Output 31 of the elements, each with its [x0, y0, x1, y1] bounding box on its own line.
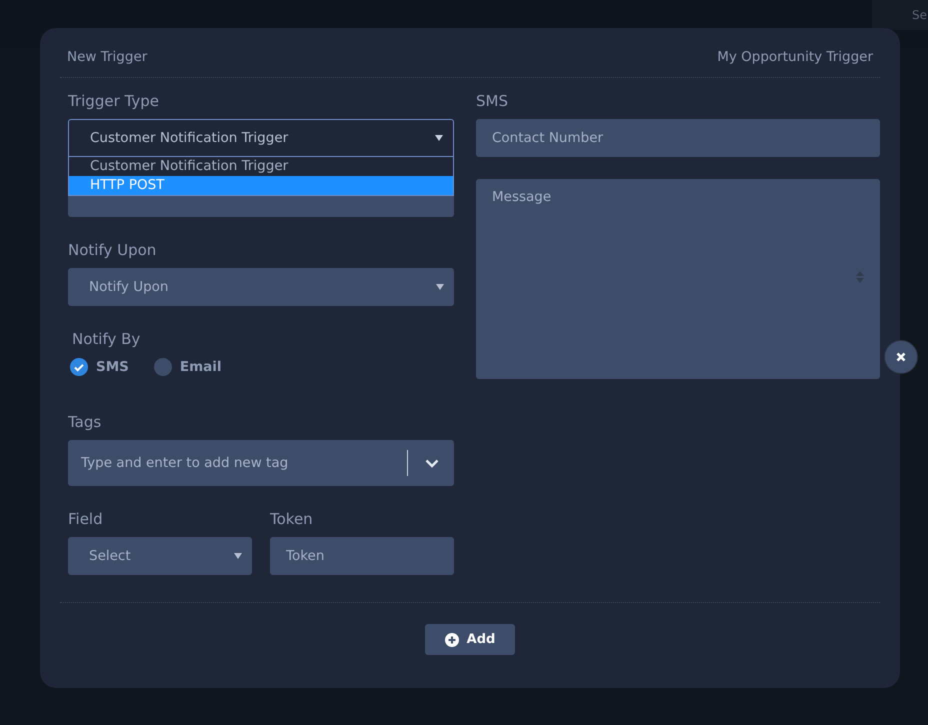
close-button[interactable]: [884, 340, 918, 374]
tags-field[interactable]: Type and enter to add new tag: [68, 440, 454, 486]
trigger-type-select[interactable]: Customer Notification Trigger: [68, 119, 454, 157]
modal-subtitle: My Opportunity Trigger: [717, 49, 873, 65]
field-label: Token: [270, 510, 314, 528]
add-button[interactable]: Add: [425, 624, 515, 655]
field-label: Field: [68, 510, 104, 528]
plus-circle-icon: [444, 632, 459, 646]
close-icon: [896, 352, 906, 362]
dropdown-arrow-icon: [435, 135, 443, 141]
field-label: SMS: [476, 92, 509, 110]
radio-label: Email: [180, 359, 222, 375]
token-field[interactable]: Token: [270, 537, 454, 575]
chevron-down-icon: [425, 459, 439, 468]
field-select[interactable]: Select: [68, 537, 252, 575]
field-label: Tags: [68, 413, 102, 431]
field-label: Notify By: [71, 330, 142, 348]
radio-button[interactable]: [152, 357, 173, 377]
dropdown-arrow-icon: [436, 284, 444, 290]
field-label: Trigger Type: [68, 92, 160, 110]
message-field[interactable]: Message: [476, 179, 880, 379]
radio-label: SMS: [96, 359, 129, 375]
modal-title: New Trigger: [67, 49, 148, 65]
sort-icon: [856, 271, 864, 283]
field-label: Notify Upon: [68, 241, 158, 259]
contact-number-field[interactable]: Contact Number: [476, 119, 880, 157]
radio-button[interactable]: [69, 357, 89, 377]
search-field[interactable]: Se: [872, 0, 928, 30]
notify-upon-select[interactable]: Notify Upon: [68, 268, 454, 306]
dropdown-arrow-icon: [234, 553, 242, 559]
dropdown-option[interactable]: Customer Notification Trigger: [69, 157, 453, 176]
